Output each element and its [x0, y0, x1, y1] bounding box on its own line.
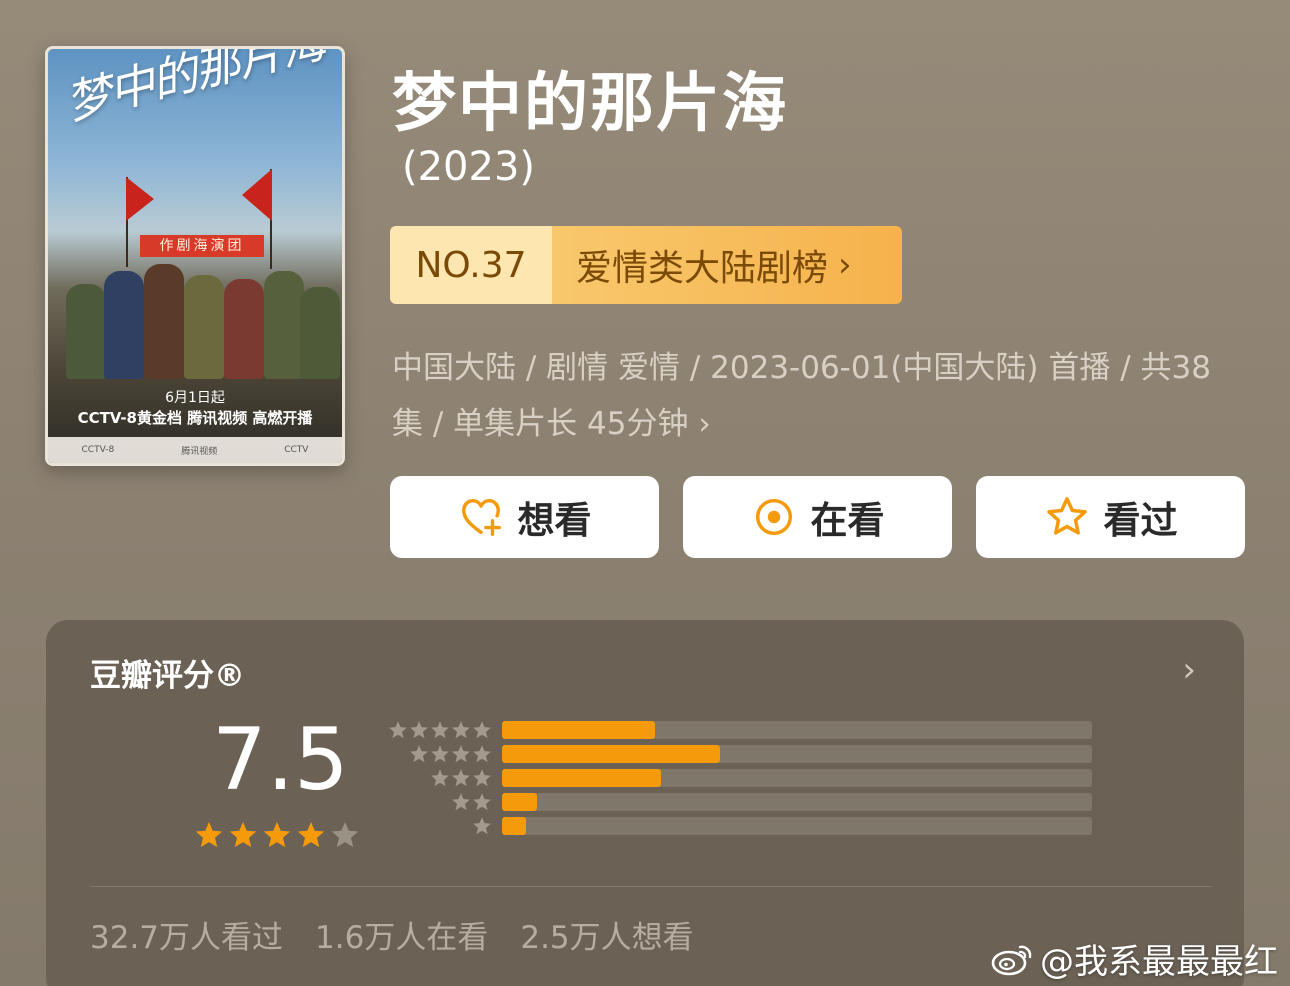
distribution-row	[384, 766, 1104, 790]
stat-want[interactable]: 2.5万人想看	[520, 912, 693, 957]
star-filled-icon	[263, 821, 291, 848]
distribution-row	[384, 814, 1104, 838]
distribution-bar-track	[502, 745, 1092, 763]
star-icon	[410, 721, 428, 739]
rating-label: 豆瓣评分®	[90, 658, 245, 694]
star-icon	[431, 769, 449, 787]
star-icon	[452, 769, 470, 787]
poster-cast-group	[66, 259, 340, 379]
distribution-star-label	[384, 792, 502, 812]
show-title: 梦中的那片海	[392, 67, 788, 141]
star-icon	[473, 793, 491, 811]
watched-label: 看过	[1103, 499, 1178, 542]
star-icon	[389, 721, 407, 739]
watching-button[interactable]: 在看	[683, 476, 952, 558]
rating-distribution	[384, 718, 1104, 838]
distribution-bar	[502, 721, 656, 739]
star-empty-icon	[331, 821, 359, 848]
poster-caption-channel: CCTV-8黄金档 腾讯视频 高燃开播	[77, 409, 313, 427]
star-icon	[431, 745, 449, 763]
distribution-bar	[502, 817, 526, 835]
rank-number: NO.37	[390, 226, 552, 304]
poster-footer-logo: CCTV	[284, 445, 309, 455]
distribution-bar	[502, 793, 538, 811]
action-buttons: 想看 在看 看过	[390, 476, 1246, 558]
distribution-star-label	[384, 720, 502, 740]
show-meta-info[interactable]: 中国大陆 / 剧情 爱情 / 2023-06-01(中国大陆) 首播 / 共38…	[392, 340, 1232, 452]
star-icon	[410, 745, 428, 763]
star-icon	[473, 721, 491, 739]
star-icon	[452, 793, 470, 811]
distribution-row	[384, 742, 1104, 766]
watching-label: 在看	[810, 499, 885, 542]
star-filled-icon	[297, 821, 325, 848]
chevron-right-icon: ›	[698, 406, 711, 442]
weibo-icon	[991, 945, 1032, 975]
rank-list-name: 爱情类大陆剧榜	[576, 248, 829, 289]
watermark-text: @我系最最最红	[1040, 942, 1278, 982]
divider	[90, 886, 1212, 887]
distribution-star-label	[384, 816, 502, 836]
star-icon	[473, 769, 491, 787]
star-icon	[452, 745, 470, 763]
stat-watched[interactable]: 32.7万人看过	[90, 912, 283, 957]
poster-footer-logo: 腾讯视频	[181, 446, 218, 457]
show-year: (2023)	[402, 144, 536, 190]
circle-dot-icon	[755, 498, 792, 536]
poster-footer-logo: CCTV-8	[81, 445, 115, 455]
distribution-bar-track	[502, 721, 1092, 739]
distribution-bar-track	[502, 817, 1092, 835]
rating-stars	[194, 820, 360, 850]
distribution-bar-track	[502, 769, 1092, 787]
distribution-row	[384, 718, 1104, 742]
rating-stats: 32.7万人看过 1.6万人在看 2.5万人想看	[90, 912, 694, 957]
poster-title: 梦中的那片海	[60, 46, 330, 131]
red-flag	[242, 169, 272, 221]
star-icon	[473, 745, 491, 763]
star-filled-icon	[195, 821, 223, 848]
distribution-star-label	[384, 744, 502, 764]
watched-button[interactable]: 看过	[976, 476, 1245, 558]
red-flag	[126, 177, 154, 221]
rating-score: 7.5	[212, 710, 349, 810]
want-label: 想看	[517, 499, 592, 542]
chevron-right-icon: ›	[838, 245, 852, 285]
poster-banner: 作剧海演团	[140, 235, 264, 257]
poster-caption-date: 6月1日起	[165, 390, 225, 406]
ranking-badge[interactable]: NO.37 爱情类大陆剧榜 ›	[390, 226, 902, 304]
stat-watching[interactable]: 1.6万人在看	[315, 912, 488, 957]
heart-plus-icon	[461, 498, 501, 536]
poster-image[interactable]: 梦中的那片海 作剧海演团 6月1日起 CCTV-8黄金档 腾讯视频 高燃开播 C…	[45, 46, 345, 466]
chevron-right-icon[interactable]: ›	[1182, 650, 1196, 690]
want-to-watch-button[interactable]: 想看	[390, 476, 659, 558]
star-filled-icon	[229, 821, 257, 848]
meta-text: 中国大陆 / 剧情 爱情 / 2023-06-01(中国大陆) 首播 / 共38…	[392, 350, 1211, 442]
star-icon	[431, 721, 449, 739]
poster-footer: CCTV-8 腾讯视频 CCTV	[48, 437, 342, 463]
distribution-row	[384, 790, 1104, 814]
rating-card[interactable]: 豆瓣评分® › 7.5 32.7万人看过 1.6万人在看 2.5万人想看	[46, 620, 1244, 986]
rank-list-link[interactable]: 爱情类大陆剧榜 ›	[552, 226, 902, 304]
weibo-watermark: @我系最最最红	[990, 934, 1278, 983]
star-icon	[473, 817, 491, 835]
distribution-bar-track	[502, 793, 1092, 811]
star-outline-icon	[1046, 497, 1087, 535]
star-icon	[452, 721, 470, 739]
distribution-bar	[502, 745, 721, 763]
distribution-star-label	[384, 768, 502, 788]
distribution-bar	[502, 769, 662, 787]
